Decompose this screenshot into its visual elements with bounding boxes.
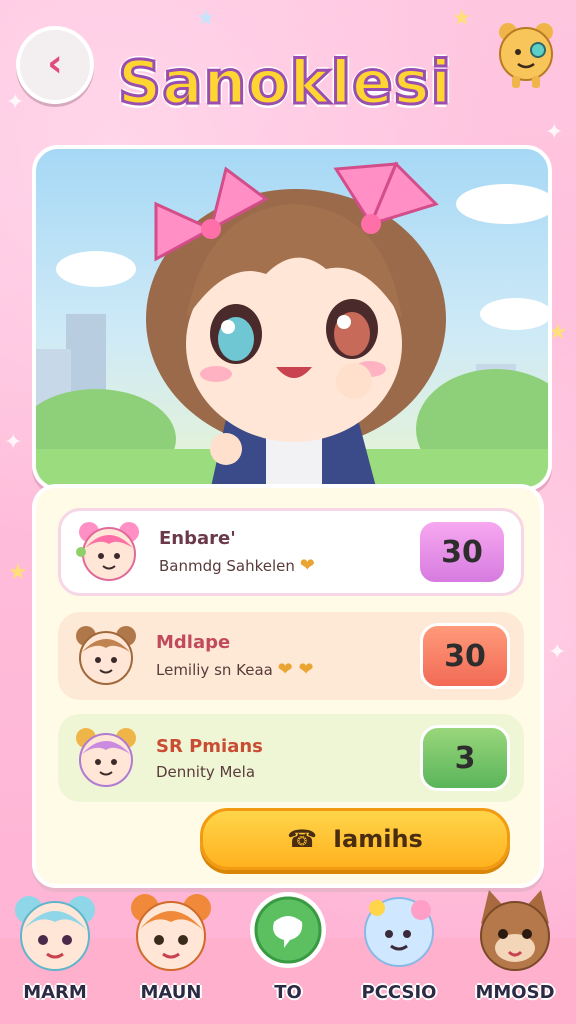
chat-bubble-icon — [250, 892, 326, 968]
purple-bear-avatar-icon — [76, 728, 136, 787]
nav-label: MARM — [23, 982, 87, 1003]
pink-bear-avatar-icon — [76, 522, 139, 581]
bear-mascot-icon[interactable] — [490, 18, 562, 90]
star-decoration: ★ — [8, 560, 28, 585]
chevron-left-icon: ‹ — [47, 41, 63, 85]
score-badge: 30 — [420, 623, 510, 689]
nav-label: MMOSD — [475, 982, 555, 1003]
sparkle-decoration: ✦ — [548, 640, 567, 665]
score-badge: 30 — [417, 519, 507, 585]
sparkle-decoration: ✦ — [545, 120, 564, 145]
sparkle-decoration: ✦ — [4, 430, 23, 455]
bubble-pet-icon — [364, 897, 434, 967]
score-row[interactable]: Mdlape Lemiliy sn Keaa ❤ ❤ 30 — [58, 612, 524, 700]
sparkle-decoration: ✦ — [6, 90, 25, 115]
player-name: SR Pmians — [156, 735, 263, 757]
back-button[interactable]: ‹ — [16, 26, 94, 104]
blue-bear-character-icon — [15, 896, 95, 971]
star-decoration: ★ — [196, 6, 216, 31]
score-panel: Enbare' Banmdg Sahkelen ❤ 30 Mdlape Lemi… — [32, 484, 544, 888]
score-badge: 3 — [420, 725, 510, 791]
brown-bear-avatar-icon — [76, 626, 136, 685]
nav-label: MAUN — [140, 982, 202, 1003]
brown-cat-character-icon — [480, 890, 550, 971]
player-name: Mdlape — [156, 632, 231, 653]
character-illustration — [36, 161, 548, 487]
nav-item-maun[interactable]: MAUN — [116, 884, 226, 1003]
nav-item-to[interactable]: TO — [233, 884, 343, 1003]
player-name: Enbare' — [159, 528, 236, 549]
phone-icon: ☎ — [287, 825, 318, 853]
nav-label: PCCSIO — [361, 982, 437, 1003]
score-row[interactable]: SR Pmians Dennity Mela 3 — [58, 714, 524, 802]
star-decoration: ★ — [452, 6, 472, 31]
nav-item-pccsio[interactable]: PCCSIO — [344, 884, 454, 1003]
score-row[interactable]: Enbare' Banmdg Sahkelen ❤ 30 — [58, 508, 524, 596]
nav-item-mmosd[interactable]: MMOSD — [460, 884, 570, 1003]
player-subtitle: Lemiliy sn Keaa ❤ ❤ — [156, 659, 314, 680]
player-subtitle: Dennity Mela — [156, 762, 256, 781]
game-title: Sanoklesi — [116, 47, 453, 120]
player-subtitle: Banmdg Sahkelen ❤ — [159, 555, 315, 576]
orange-bear-character-icon — [131, 894, 211, 971]
nav-label: TO — [274, 982, 302, 1003]
heart-icon: ❤ ❤ — [277, 659, 314, 680]
heart-icon: ❤ — [299, 555, 315, 576]
nav-item-marm[interactable]: MARM — [0, 884, 110, 1003]
character-scene — [32, 145, 552, 491]
call-button-label: Iamihs — [333, 825, 423, 853]
call-button[interactable]: ☎ Iamihs — [200, 808, 510, 870]
